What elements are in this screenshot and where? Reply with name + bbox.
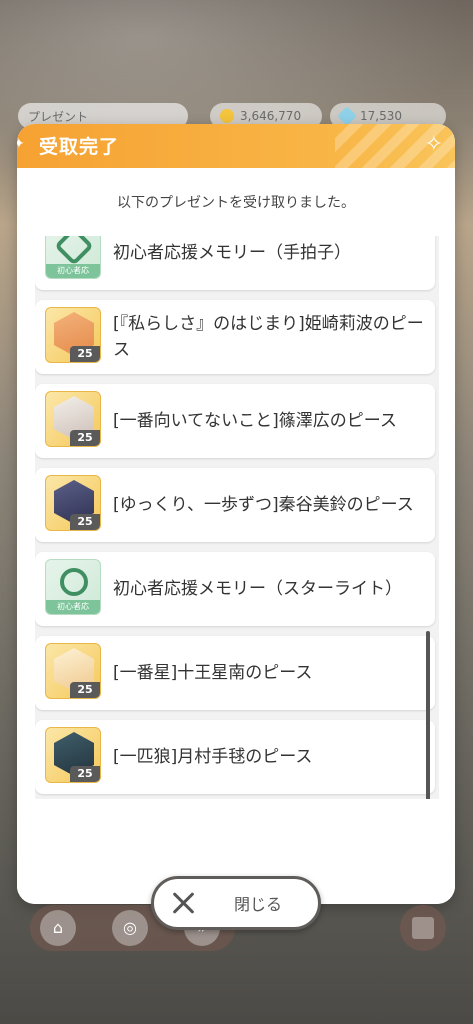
memory-thumb-label: 初心者応 xyxy=(46,600,100,614)
item-name: [一番向いてないこと]篠澤広のピース xyxy=(113,411,397,431)
list-item: 初心者応 初心者応援メモリー（スターライト） xyxy=(35,552,435,626)
count-badge: 25 xyxy=(70,514,100,530)
gacha-icon: ◎ xyxy=(112,910,148,946)
item-name: [ゆっくり、一歩ずつ]秦谷美鈴のピース xyxy=(113,495,414,515)
item-name: 初心者応援メモリー（スターライト） xyxy=(113,579,402,599)
dialog-title: 受取完了 xyxy=(39,136,120,158)
dialog-header: ✦ 受取完了 ✧ xyxy=(17,124,455,168)
gems-value: 17,530 xyxy=(360,109,402,123)
menu-icon xyxy=(400,905,446,951)
count-badge: 25 xyxy=(70,682,100,698)
count-badge: 25 xyxy=(70,346,100,362)
piece-thumbnail: 25 xyxy=(45,727,101,783)
list-item: 25 [一番向いてないこと]篠澤広のピース xyxy=(35,384,435,458)
list-item: 25 [一番星]十王星南のピース xyxy=(35,636,435,710)
memory-thumbnail: 初心者応 xyxy=(45,559,101,615)
item-name: [一匹狼]月村手毬のピース xyxy=(113,747,313,767)
received-items-list[interactable]: 初心者応 初心者応援メモリー（手拍子） 25 [『私らしさ』のはじまり]姫崎莉波… xyxy=(35,236,439,801)
coins-value: 3,646,770 xyxy=(240,109,302,123)
list-item: 25 [ゆっくり、一歩ずつ]秦谷美鈴のピース xyxy=(35,468,435,542)
receipt-complete-dialog: ✦ 受取完了 ✧ 以下のプレゼントを受け取りました。 初心者応 初心者応援メモリ… xyxy=(17,124,455,904)
memory-ring-icon xyxy=(60,568,88,596)
list-item: 25 [『私らしさ』のはじまり]姫崎莉波のピース xyxy=(35,300,435,374)
memory-hex-icon xyxy=(54,236,94,266)
list-item: 初心者応 初心者応援メモリー（手拍子） xyxy=(35,236,435,290)
piece-thumbnail: 25 xyxy=(45,475,101,531)
item-name: 初心者応援メモリー（手拍子） xyxy=(113,243,351,263)
item-name: [『私らしさ』のはじまり]姫崎莉波のピース xyxy=(113,314,424,360)
count-badge: 25 xyxy=(70,766,100,782)
dialog-subtitle: 以下のプレゼントを受け取りました。 xyxy=(117,195,355,211)
list-item: 25 [一匹狼]月村手毬のピース xyxy=(35,720,435,794)
list-scrollbar[interactable] xyxy=(426,631,430,801)
item-name: [一番星]十王星南のピース xyxy=(113,663,313,683)
count-badge: 25 xyxy=(70,430,100,446)
close-button[interactable]: 閉じる xyxy=(151,876,321,930)
gem-icon xyxy=(337,106,357,126)
piece-thumbnail: 25 xyxy=(45,391,101,447)
home-icon: ⌂ xyxy=(40,910,76,946)
close-button-label: 閉じる xyxy=(234,895,283,914)
piece-thumbnail: 25 xyxy=(45,643,101,699)
present-tab-label: プレゼント xyxy=(28,109,89,124)
close-icon xyxy=(172,891,196,915)
memory-thumb-label: 初心者応 xyxy=(46,264,100,278)
sparkle-icon: ✧ xyxy=(424,132,443,157)
sparkle-icon: ✦ xyxy=(17,136,25,152)
coin-icon xyxy=(220,109,234,123)
piece-thumbnail: 25 xyxy=(45,307,101,363)
memory-thumbnail: 初心者応 xyxy=(45,236,101,279)
